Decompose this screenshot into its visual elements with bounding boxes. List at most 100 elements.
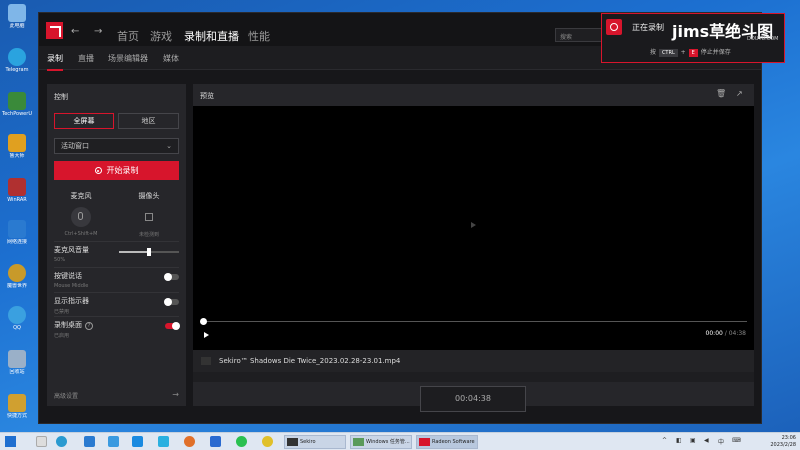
mic-volume-value: 50%: [54, 257, 66, 263]
play-center-icon[interactable]: [471, 222, 476, 228]
camera-toggle[interactable]: [139, 207, 159, 227]
five-icon[interactable]: [108, 436, 119, 447]
fullscreen-mode-button[interactable]: 全屏幕: [54, 113, 114, 129]
microphone-control: 麦克风 Ctrl+Shift+M: [51, 191, 111, 237]
recording-overlay: 正在录制 jims草绝斗图 DOUYU.COM 按 CTRL + E 停止并保存: [601, 13, 785, 63]
clock-date: 2023/2/28: [770, 442, 796, 448]
tab-home[interactable]: 首页: [117, 28, 139, 44]
play-icon[interactable]: [204, 332, 209, 338]
mic-volume-knob[interactable]: [147, 248, 151, 256]
preview-title: 预览: [200, 92, 214, 100]
stream-watermark-domain: DOUYU.COM: [747, 36, 779, 42]
firefox-icon[interactable]: [184, 436, 195, 447]
mic-volume-slider[interactable]: [119, 248, 179, 256]
recording-icon: [606, 19, 622, 35]
control-panel: 控制 全屏幕 地区 活动窗口 ⌄ 开始录制 麦克风 Ctrl+Shift+M 摄像…: [47, 84, 186, 406]
start-recording-label: 开始录制: [106, 166, 139, 175]
taskbar-task-sekiro[interactable]: Sekiro: [284, 435, 346, 449]
desktop-icon-winrar[interactable]: WinRAR: [2, 178, 32, 203]
video-player[interactable]: 00:00 / 04:38: [193, 106, 754, 350]
feishu-icon[interactable]: [158, 436, 169, 447]
video-file-icon: [201, 357, 211, 365]
record-icon: [94, 167, 102, 174]
hint-prefix: 按: [650, 49, 657, 56]
preview-header: 预览 🗑 ↗: [193, 84, 754, 106]
desktop-icon-recycle-bin[interactable]: 回收站: [2, 350, 32, 375]
desktop-icon-network[interactable]: 网络连接: [2, 220, 32, 245]
gpu-icon: [8, 92, 26, 110]
tray-ime-icon[interactable]: 中: [718, 437, 724, 446]
tab-games[interactable]: 游戏: [150, 28, 172, 44]
capture-source-select[interactable]: 活动窗口 ⌄: [54, 138, 179, 154]
show-indicator-status: 已禁用: [54, 309, 70, 315]
cloud-icon[interactable]: [132, 436, 143, 447]
show-indicator-toggle[interactable]: [164, 298, 179, 306]
microphone-toggle[interactable]: [71, 207, 91, 227]
info-icon[interactable]: ?: [85, 322, 93, 330]
tab-stream[interactable]: 直播: [78, 53, 94, 64]
desktop-icon-wow[interactable]: 魔兽世界: [2, 264, 32, 289]
tray-keyboard-icon[interactable]: ⌨: [732, 437, 741, 444]
desktop-icon-shortcut[interactable]: 快捷方式: [2, 394, 32, 419]
tab-performance[interactable]: 性能: [248, 28, 270, 44]
start-button-icon[interactable]: [5, 436, 16, 447]
tab-record-stream[interactable]: 录制和直播: [184, 28, 239, 48]
scrubber-knob[interactable]: [200, 318, 207, 325]
qq-browser-icon[interactable]: [56, 436, 67, 447]
telegram-icon: [8, 48, 26, 66]
taskbar-clock[interactable]: 23:06 2023/2/28: [770, 435, 796, 449]
taskbar-task-label: Windows 任务管...: [366, 439, 410, 445]
hint-plus: +: [680, 49, 686, 56]
push-to-talk-toggle[interactable]: [164, 273, 179, 281]
network-icon: [8, 220, 26, 238]
app-icon[interactable]: [84, 436, 95, 447]
video-scrubber[interactable]: [200, 318, 747, 325]
tab-scene-editor[interactable]: 场景编辑器: [108, 53, 148, 64]
clock-time: 23:06: [781, 435, 796, 441]
tray-app-icon[interactable]: ◧: [676, 437, 682, 444]
recording-filename: Sekiro™ Shadows Die Twice_2023.02.28-23.…: [219, 357, 401, 365]
radeon-software-window: ← → 首页 游戏 录制和直播 性能 搜索 录制 直播 场景编辑器 媒体 控制 …: [38, 12, 762, 424]
desktop-icon-qq[interactable]: QQ: [2, 306, 32, 331]
tray-chevron-icon[interactable]: ^: [662, 437, 667, 444]
qq-icon: [8, 306, 26, 324]
record-desktop-label: 录制桌面: [54, 321, 82, 329]
computer-icon: [8, 4, 26, 22]
back-arrow-icon[interactable]: ←: [71, 26, 79, 37]
ctrl-key: CTRL: [658, 49, 678, 57]
chrome-icon[interactable]: [262, 436, 273, 447]
start-recording-button[interactable]: 开始录制: [54, 161, 179, 180]
advanced-settings-label: 高级设置: [54, 393, 79, 400]
camera-control: 摄像头 未检测到: [119, 191, 179, 238]
advanced-settings-link[interactable]: 高级设置 →: [54, 390, 179, 400]
chevron-down-icon: ⌄: [166, 142, 172, 150]
show-indicator-label: 显示指示器: [54, 297, 89, 305]
desktop-icon-telegram[interactable]: Telegram: [2, 48, 32, 73]
sekiro-thumb-icon: [287, 438, 298, 446]
region-mode-button[interactable]: 地区: [118, 113, 179, 129]
mail-icon[interactable]: [210, 436, 221, 447]
recording-file-row[interactable]: Sekiro™ Shadows Die Twice_2023.02.28-23.…: [193, 350, 754, 372]
taskbar: Sekiro Windows 任务管... Radeon Software ^ …: [0, 432, 800, 450]
desktop-icon-gpuz[interactable]: TechPowerUp GPU-Z: [2, 92, 32, 117]
taskbar-task-radeon[interactable]: Radeon Software: [416, 435, 478, 449]
tab-record[interactable]: 录制: [47, 53, 63, 71]
recording-status-text: 正在录制: [632, 23, 664, 32]
tray-network-icon[interactable]: ▣: [690, 437, 696, 444]
record-desktop-toggle[interactable]: [165, 322, 180, 330]
trash-icon[interactable]: 🗑: [716, 89, 726, 99]
stop-save-hint: 按 CTRL + E 停止并保存: [650, 47, 731, 57]
desktop-icon-this-pc[interactable]: 此电脑: [2, 4, 32, 29]
external-open-icon[interactable]: ↗: [736, 89, 746, 99]
record-desktop-title: 录制桌面?: [54, 320, 179, 330]
wechat-icon[interactable]: [236, 436, 247, 447]
amd-icon: [419, 438, 430, 446]
desktop-icon-ludashi[interactable]: 鲁大师: [2, 134, 32, 159]
forward-arrow-icon[interactable]: →: [94, 26, 102, 37]
microphone-hotkey: Ctrl+Shift+M: [64, 231, 98, 237]
tray-volume-icon[interactable]: ◀: [704, 437, 709, 444]
folder-icon: [8, 394, 26, 412]
search-icon[interactable]: [36, 436, 47, 447]
tab-media[interactable]: 媒体: [163, 53, 179, 64]
taskbar-task-task-manager[interactable]: Windows 任务管...: [350, 435, 412, 449]
